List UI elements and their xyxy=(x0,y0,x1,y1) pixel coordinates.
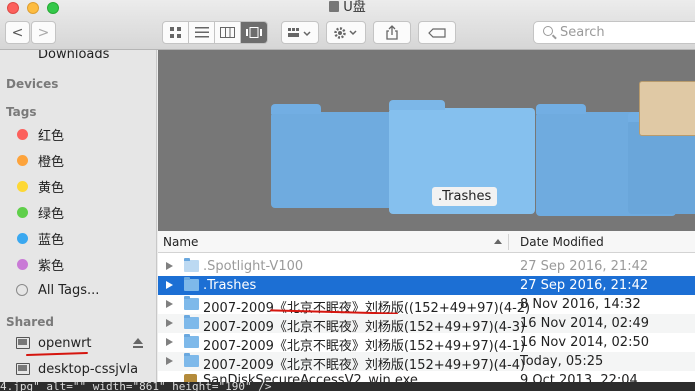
folder-preview-left xyxy=(271,104,401,208)
disclosure-triangle-icon[interactable] xyxy=(166,300,173,308)
shared-header: Shared xyxy=(6,315,54,329)
tags-header: Tags xyxy=(6,105,37,119)
folder-icon xyxy=(184,315,199,329)
file-date: Today, 05:25 xyxy=(520,354,604,369)
sidebar-item-label: All Tags... xyxy=(38,282,100,298)
file-date: 27 Sep 2016, 21:42 xyxy=(520,259,649,274)
package-preview xyxy=(639,81,695,136)
file-name: .Trashes xyxy=(203,278,257,293)
file-date: 16 Nov 2014, 02:50 xyxy=(520,335,649,350)
tag-color-dot-icon xyxy=(17,180,28,192)
column-divider[interactable] xyxy=(508,234,509,250)
edit-tags-button[interactable] xyxy=(418,21,456,44)
column-header-name[interactable]: Name xyxy=(163,235,198,249)
sidebar: Downloads Devices Tags 红色 橙色 黄色 绿色 蓝色 紫色 xyxy=(0,50,157,391)
sidebar-tag-purple[interactable]: 紫色 xyxy=(0,254,156,274)
disclosure-triangle-icon[interactable] xyxy=(166,281,173,289)
gear-icon xyxy=(334,26,357,39)
all-tags-icon xyxy=(16,284,28,296)
sidebar-item-label: 蓝色 xyxy=(38,232,65,248)
folder-icon xyxy=(184,258,199,272)
sidebar-item-downloads[interactable]: Downloads xyxy=(0,50,156,64)
sidebar-tag-orange[interactable]: 橙色 xyxy=(0,150,156,170)
chevron-right-icon: > xyxy=(37,24,50,41)
computer-icon xyxy=(16,337,30,349)
file-list: Name Date Modified .Spotlight-V100 27 Se… xyxy=(158,231,695,391)
file-date: 27 Sep 2016, 21:42 xyxy=(520,278,649,293)
tag-color-dot-icon xyxy=(17,206,28,218)
titlebar: U盘 < > Search xyxy=(0,0,695,50)
coverflow-selected-label: .Trashes xyxy=(432,187,498,206)
coverflow-view-button[interactable] xyxy=(241,22,267,43)
sidebar-item-label: 绿色 xyxy=(38,206,65,222)
sidebar-shared-openwrt[interactable]: openwrt xyxy=(0,333,156,353)
view-mode-control xyxy=(162,21,268,44)
disclosure-triangle-icon[interactable] xyxy=(166,338,173,346)
arrange-button[interactable] xyxy=(281,21,319,44)
icon-view-button[interactable] xyxy=(163,22,189,43)
disclosure-triangle-icon[interactable] xyxy=(166,357,173,365)
sidebar-item-label: 红色 xyxy=(38,128,65,144)
search-placeholder: Search xyxy=(560,25,605,40)
arrange-icon xyxy=(288,27,311,37)
list-icon xyxy=(194,27,209,38)
window-title: U盘 xyxy=(0,0,695,16)
sidebar-tag-yellow[interactable]: 黄色 xyxy=(0,176,156,196)
sort-ascending-icon xyxy=(494,239,502,244)
column-header-date-modified[interactable]: Date Modified xyxy=(520,235,604,249)
chevron-left-icon: < xyxy=(11,24,24,41)
search-field[interactable]: Search xyxy=(533,21,695,44)
coverflow-icon xyxy=(246,27,262,38)
sidebar-item-label: Downloads xyxy=(38,50,110,62)
file-date: 16 Nov 2014, 02:49 xyxy=(520,316,649,331)
folder-icon xyxy=(184,334,199,348)
column-view-button[interactable] xyxy=(215,22,241,43)
list-row[interactable]: 2007-2009《北京不眠夜》刘杨版(152+49+97)(4-3) 16 N… xyxy=(158,314,695,335)
tag-color-dot-icon xyxy=(17,128,28,140)
finder-window: U盘 < > Search Downloads Devices Tags 红色 … xyxy=(0,0,695,391)
back-button[interactable]: < xyxy=(5,21,30,44)
overlay-code-text: 4.jpg" alt="" width="861" height="190" /… xyxy=(0,382,695,391)
action-button[interactable] xyxy=(326,21,366,44)
sidebar-tag-blue[interactable]: 蓝色 xyxy=(0,228,156,248)
coverflow-preview[interactable]: .Trashes xyxy=(158,50,695,231)
sidebar-item-label: 橙色 xyxy=(38,154,65,170)
devices-header: Devices xyxy=(6,77,59,91)
column-header-row: Name Date Modified xyxy=(158,231,695,253)
search-icon xyxy=(543,26,553,36)
tag-color-dot-icon xyxy=(17,232,28,244)
forward-button[interactable]: > xyxy=(31,21,56,44)
eject-icon[interactable] xyxy=(133,338,143,348)
file-date: 8 Nov 2016, 14:32 xyxy=(520,297,641,312)
computer-icon xyxy=(16,363,30,375)
drive-icon xyxy=(329,1,340,12)
list-row[interactable]: 2007-2009《北京不眠夜》刘杨版(152+49+97)(4-4) Toda… xyxy=(158,352,695,373)
sidebar-all-tags[interactable]: All Tags... xyxy=(0,280,156,300)
sidebar-shared-desktop[interactable]: desktop-cssjvla xyxy=(0,359,156,379)
file-name: .Spotlight-V100 xyxy=(203,259,304,274)
share-icon xyxy=(386,25,398,40)
columns-icon xyxy=(220,27,235,38)
tag-color-dot-icon xyxy=(17,258,28,270)
list-row[interactable]: 2007-2009《北京不眠夜》刘杨版((152+49+97)(4-2) 8 N… xyxy=(158,295,695,316)
tag-icon xyxy=(428,27,446,38)
folder-icon xyxy=(184,296,199,310)
disclosure-triangle-icon[interactable] xyxy=(166,319,173,327)
sidebar-tag-green[interactable]: 绿色 xyxy=(0,202,156,222)
share-button[interactable] xyxy=(373,21,411,44)
list-row[interactable]: .Spotlight-V100 27 Sep 2016, 21:42 xyxy=(158,257,695,276)
sidebar-item-label: desktop-cssjvla xyxy=(38,361,139,377)
folder-icon xyxy=(184,353,199,367)
grid-icon xyxy=(169,26,181,38)
sidebar-tag-red[interactable]: 红色 xyxy=(0,124,156,144)
tag-color-dot-icon xyxy=(17,154,28,166)
sidebar-item-label: 紫色 xyxy=(38,258,65,274)
sidebar-item-label: openwrt xyxy=(38,335,92,351)
list-row-selected[interactable]: .Trashes 27 Sep 2016, 21:42 xyxy=(158,276,695,295)
folder-icon xyxy=(184,277,199,291)
list-view-button[interactable] xyxy=(189,22,215,43)
sidebar-item-label: 黄色 xyxy=(38,180,65,196)
disclosure-triangle-icon[interactable] xyxy=(166,262,173,270)
list-row[interactable]: 2007-2009《北京不眠夜》刘杨版(152+49+97)(4-1) 16 N… xyxy=(158,333,695,354)
